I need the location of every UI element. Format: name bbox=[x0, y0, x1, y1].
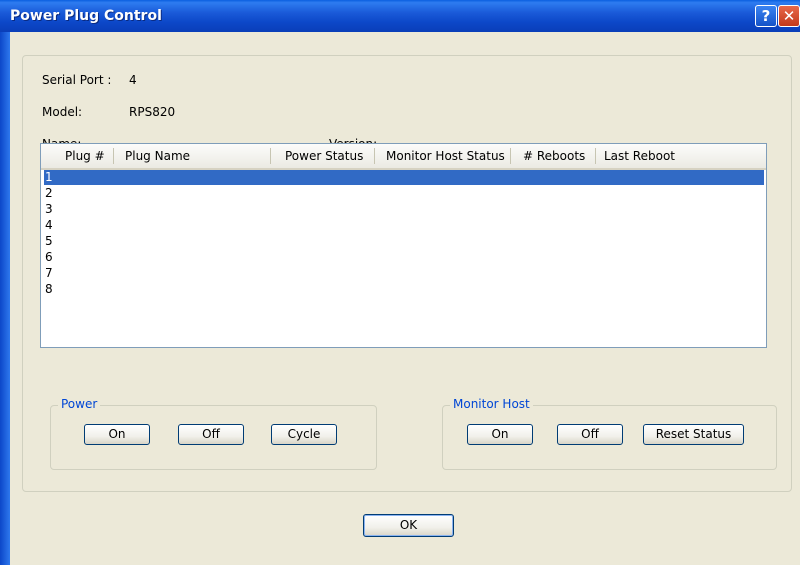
column-divider[interactable] bbox=[595, 148, 596, 164]
column-divider[interactable] bbox=[270, 148, 271, 164]
title-bar[interactable]: Power Plug Control ? ✕ bbox=[0, 0, 800, 32]
help-button[interactable]: ? bbox=[755, 5, 777, 27]
plug-number: 7 bbox=[45, 266, 53, 280]
monitor-host-group-legend: Monitor Host bbox=[450, 397, 533, 411]
plug-number: 2 bbox=[45, 186, 53, 200]
plug-number: 6 bbox=[45, 250, 53, 264]
monitor-on-button[interactable]: On bbox=[467, 424, 533, 445]
column-monitor-host-status[interactable]: Monitor Host Status bbox=[386, 149, 505, 163]
plug-number: 3 bbox=[45, 202, 53, 216]
power-cycle-button[interactable]: Cycle bbox=[271, 424, 337, 445]
list-item[interactable]: 1 bbox=[44, 170, 764, 185]
list-item[interactable]: 2 bbox=[45, 186, 764, 201]
window-title: Power Plug Control bbox=[10, 8, 162, 24]
monitor-off-button[interactable]: Off bbox=[557, 424, 623, 445]
list-item[interactable]: 3 bbox=[45, 202, 764, 217]
plug-list[interactable]: Plug # Plug Name Power Status Monitor Ho… bbox=[40, 143, 767, 348]
close-button[interactable]: ✕ bbox=[778, 5, 800, 27]
help-icon: ? bbox=[761, 7, 771, 25]
window-frame bbox=[0, 32, 10, 565]
monitor-host-group: Monitor Host On Off Reset Status bbox=[442, 397, 777, 470]
plug-number: 8 bbox=[45, 282, 53, 296]
column-plug-number[interactable]: Plug # bbox=[65, 149, 105, 163]
list-item[interactable]: 6 bbox=[45, 250, 764, 265]
ok-button[interactable]: OK bbox=[363, 514, 454, 537]
column-divider[interactable] bbox=[374, 148, 375, 164]
plug-number: 1 bbox=[45, 170, 53, 184]
serial-port-label: Serial Port : bbox=[42, 73, 112, 87]
column-divider[interactable] bbox=[113, 148, 114, 164]
model-value: RPS820 bbox=[129, 105, 176, 119]
column-power-status[interactable]: Power Status bbox=[285, 149, 363, 163]
reset-status-button[interactable]: Reset Status bbox=[643, 424, 744, 445]
list-item[interactable]: 7 bbox=[45, 266, 764, 281]
list-item[interactable]: 5 bbox=[45, 234, 764, 249]
plug-number: 5 bbox=[45, 234, 53, 248]
list-header: Plug # Plug Name Power Status Monitor Ho… bbox=[41, 144, 766, 170]
power-off-button[interactable]: Off bbox=[178, 424, 244, 445]
list-item[interactable]: 4 bbox=[45, 218, 764, 233]
power-group: Power On Off Cycle bbox=[50, 397, 377, 470]
power-on-button[interactable]: On bbox=[84, 424, 150, 445]
column-plug-name[interactable]: Plug Name bbox=[125, 149, 190, 163]
list-item[interactable]: 8 bbox=[45, 282, 764, 297]
column-reboots[interactable]: # Reboots bbox=[523, 149, 585, 163]
column-last-reboot[interactable]: Last Reboot bbox=[604, 149, 675, 163]
serial-port-value: 4 bbox=[129, 73, 137, 87]
column-divider[interactable] bbox=[510, 148, 511, 164]
power-group-legend: Power bbox=[58, 397, 101, 411]
model-label: Model: bbox=[42, 105, 83, 119]
plug-number: 4 bbox=[45, 218, 53, 232]
close-icon: ✕ bbox=[782, 7, 796, 25]
